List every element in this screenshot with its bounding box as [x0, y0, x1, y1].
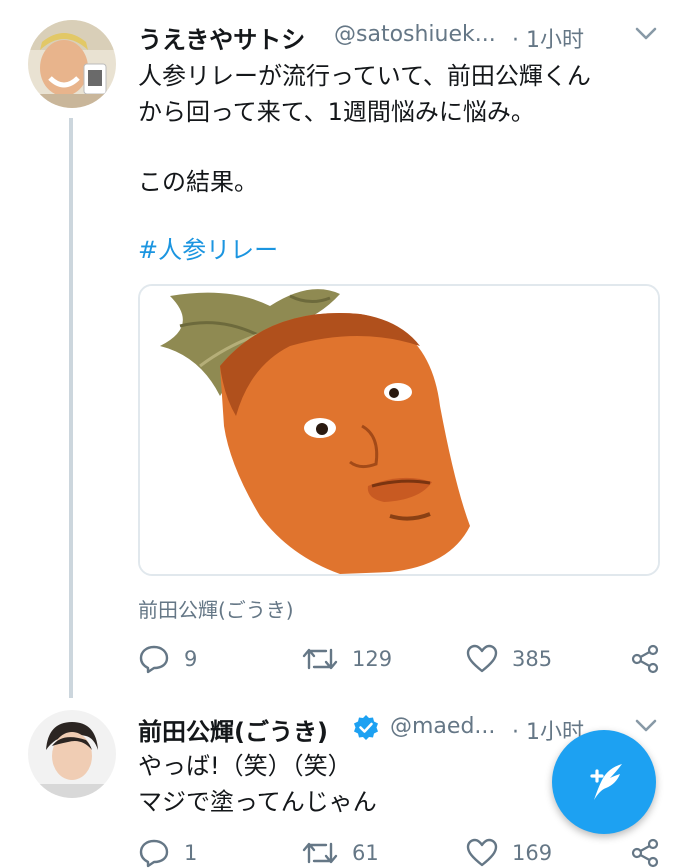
tweet-text-line-2: マジで塗ってんじゃん — [138, 788, 377, 816]
compose-tweet-button[interactable] — [552, 730, 656, 834]
author-avatar[interactable] — [28, 710, 116, 798]
like-count: 385 — [512, 647, 553, 671]
author-handle[interactable]: @satoshiuek... — [334, 22, 496, 47]
share-icon — [631, 838, 659, 868]
retweet-count: 129 — [352, 647, 393, 671]
reply-icon — [139, 645, 169, 674]
chevron-down-icon[interactable] — [634, 26, 658, 46]
author-avatar[interactable] — [28, 20, 116, 108]
heart-icon — [466, 644, 498, 673]
like-count: 169 — [512, 841, 553, 865]
like-button[interactable]: 169 — [466, 838, 552, 868]
tweet-timestamp[interactable]: · 1小时 — [512, 22, 584, 54]
author-name[interactable]: うえきやサトシ — [138, 20, 305, 55]
reply-button[interactable]: 9 — [138, 644, 197, 674]
avatar-photo — [28, 20, 116, 108]
tweet-media-image[interactable] — [138, 284, 660, 576]
verified-badge-icon — [352, 714, 380, 746]
reply-count: 1 — [184, 841, 198, 865]
media-attribution[interactable]: 前田公輝(ごうき) — [138, 594, 294, 623]
author-name[interactable]: 前田公輝(ごうき) — [138, 712, 328, 747]
heart-icon — [466, 838, 498, 867]
tweet-text-line-2: から回って来て、1週間悩みに悩み。 — [138, 98, 535, 126]
chevron-down-icon[interactable] — [634, 718, 658, 738]
reply-icon — [139, 839, 169, 868]
reply-button[interactable]: 1 — [138, 838, 197, 868]
retweet-count: 61 — [352, 841, 379, 865]
tweet-text-line-1: やっば!（笑）（笑） — [138, 752, 352, 780]
retweet-button[interactable]: 61 — [302, 838, 379, 868]
avatar-photo — [28, 710, 116, 798]
retweet-button[interactable]: 129 — [302, 644, 392, 674]
author-handle[interactable]: @maed... — [390, 714, 495, 739]
like-button[interactable]: 385 — [466, 644, 552, 674]
retweet-icon — [302, 648, 338, 670]
share-button[interactable] — [630, 644, 660, 674]
reply-count: 9 — [184, 647, 198, 671]
retweet-icon — [302, 842, 338, 864]
tweet-text-line-1: 人参リレーが流行っていて、前田公輝くん — [138, 62, 591, 90]
carrot-face-image — [140, 286, 658, 574]
share-button[interactable] — [630, 838, 660, 868]
hashtag-link[interactable]: #人参リレー — [138, 230, 278, 265]
share-icon — [631, 644, 659, 674]
thread-connector-line — [69, 118, 73, 698]
compose-feather-icon — [590, 764, 622, 800]
tweet-text-line-4: この結果。 — [138, 168, 258, 196]
